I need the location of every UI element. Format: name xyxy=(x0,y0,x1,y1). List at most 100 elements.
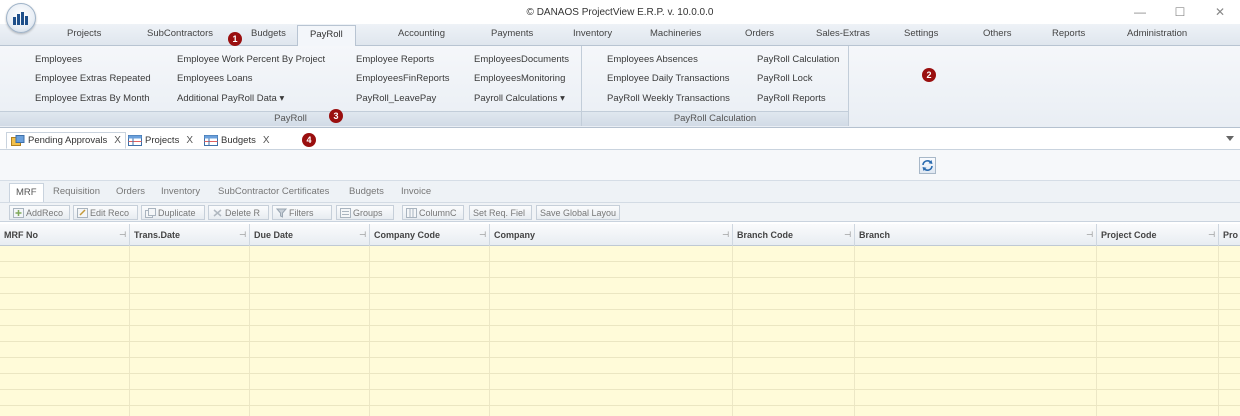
column-header-mrf-no[interactable]: MRF No ⊣ xyxy=(0,224,130,246)
table-row[interactable] xyxy=(0,342,1240,358)
pin-icon[interactable]: ⊣ xyxy=(1086,230,1093,239)
duplicate-button[interactable]: Duplicate xyxy=(141,205,205,220)
menu-tab-administration[interactable]: Administration xyxy=(1127,28,1187,39)
maximize-button[interactable]: ☐ xyxy=(1160,0,1200,24)
subtab-mrf[interactable]: MRF xyxy=(9,183,44,203)
window-controls: — ☐ ✕ xyxy=(1120,0,1240,24)
title-bar: © DANAOS ProjectView E.R.P. v. 10.0.0.0 … xyxy=(0,0,1240,24)
column-chooser-button[interactable]: ColumnC xyxy=(402,205,464,220)
menu-tab-accounting[interactable]: Accounting xyxy=(398,28,445,39)
table-row[interactable] xyxy=(0,358,1240,374)
refresh-icon xyxy=(922,160,933,171)
doc-tab-pending-approvals[interactable]: Pending Approvals X xyxy=(6,132,126,149)
menu-tab-inventory[interactable]: Inventory xyxy=(573,28,612,39)
column-header-company[interactable]: Company ⊣ xyxy=(490,224,733,246)
menu-tab-projects[interactable]: Projects xyxy=(67,28,101,39)
column-header-branch-code[interactable]: Branch Code ⊣ xyxy=(733,224,855,246)
groups-label: Groups xyxy=(353,207,383,218)
menu-tab-others[interactable]: Others xyxy=(983,28,1012,39)
groups-button[interactable]: Groups xyxy=(336,205,394,220)
ribbon-additional-payroll-data[interactable]: Additional PayRoll Data ▾ xyxy=(177,93,284,104)
subtab-inventory[interactable]: Inventory xyxy=(161,186,200,197)
ribbon-payroll-leavepay[interactable]: PayRoll_LeavePay xyxy=(356,93,436,104)
close-tab-icon[interactable]: X xyxy=(263,135,270,146)
ribbon-employee-extras-by-month[interactable]: Employee Extras By Month xyxy=(35,93,150,104)
ribbon-employees-fin-reports[interactable]: EmployeesFinReports xyxy=(356,73,449,84)
ribbon-payroll-calculations[interactable]: Payroll Calculations ▾ xyxy=(474,93,565,104)
column-title: Trans.Date xyxy=(134,230,181,240)
subtab-requisition[interactable]: Requisition xyxy=(53,186,100,197)
column-header-project[interactable]: Pro xyxy=(1219,224,1240,246)
table-row[interactable] xyxy=(0,310,1240,326)
refresh-button[interactable] xyxy=(919,157,936,174)
menu-tab-orders[interactable]: Orders xyxy=(745,28,774,39)
save-global-layout-button[interactable]: Save Global Layou xyxy=(536,205,620,220)
close-button[interactable]: ✕ xyxy=(1200,0,1240,24)
ribbon-employees-loans[interactable]: Employees Loans xyxy=(177,73,253,84)
ribbon-employees-monitoring[interactable]: EmployeesMonitoring xyxy=(474,73,565,84)
ribbon-employee-reports[interactable]: Employee Reports xyxy=(356,54,434,65)
menu-tab-payroll[interactable]: PayRoll xyxy=(297,25,356,47)
pin-icon[interactable]: ⊣ xyxy=(239,230,246,239)
menu-tab-budgets[interactable]: Budgets xyxy=(251,28,286,39)
minimize-button[interactable]: — xyxy=(1120,0,1160,24)
pin-icon[interactable]: ⊣ xyxy=(359,230,366,239)
delete-record-label: Delete R xyxy=(225,207,261,218)
ribbon-payroll-reports[interactable]: PayRoll Reports xyxy=(757,93,826,104)
window-title: © DANAOS ProjectView E.R.P. v. 10.0.0.0 xyxy=(526,6,714,18)
grid-toolbar: AddReco Edit Reco Duplicate Delete R Fil… xyxy=(0,202,1240,222)
table-row[interactable] xyxy=(0,262,1240,278)
app-logo-icon[interactable] xyxy=(6,3,36,33)
doc-tab-budgets[interactable]: Budgets X xyxy=(200,132,274,149)
pin-icon[interactable]: ⊣ xyxy=(844,230,851,239)
ribbon-employee-extras-repeated[interactable]: Employee Extras Repeated xyxy=(35,73,151,84)
column-header-trans-date[interactable]: Trans.Date ⊣ xyxy=(130,224,250,246)
pin-icon[interactable]: ⊣ xyxy=(722,230,729,239)
menu-tab-reports[interactable]: Reports xyxy=(1052,28,1085,39)
pin-icon[interactable]: ⊣ xyxy=(1208,230,1215,239)
table-row[interactable] xyxy=(0,294,1240,310)
table-row[interactable] xyxy=(0,326,1240,342)
doc-tab-projects[interactable]: Projects X xyxy=(124,132,197,149)
close-tab-icon[interactable]: X xyxy=(186,135,193,146)
pin-icon[interactable]: ⊣ xyxy=(479,230,486,239)
close-tab-icon[interactable]: X xyxy=(114,135,121,146)
edit-record-button[interactable]: Edit Reco xyxy=(73,205,138,220)
pin-icon[interactable]: ⊣ xyxy=(119,230,126,239)
ribbon-payroll-calculation[interactable]: PayRoll Calculation xyxy=(757,54,839,65)
subtab-subcontractor-certificates[interactable]: SubContractor Certificates xyxy=(218,186,329,197)
ribbon-employees[interactable]: Employees xyxy=(35,54,82,65)
ribbon-employee-daily-transactions[interactable]: Employee Daily Transactions xyxy=(607,73,730,84)
ribbon-employees-documents[interactable]: EmployeesDocuments xyxy=(474,54,569,65)
ribbon-payroll-lock[interactable]: PayRoll Lock xyxy=(757,73,812,84)
menu-bar: Projects SubContractors Budgets PayRoll … xyxy=(0,24,1240,47)
column-header-company-code[interactable]: Company Code ⊣ xyxy=(370,224,490,246)
delete-record-button[interactable]: Delete R xyxy=(208,205,269,220)
subtab-budgets[interactable]: Budgets xyxy=(349,186,384,197)
column-header-due-date[interactable]: Due Date ⊣ xyxy=(250,224,370,246)
ribbon-employee-work-percent[interactable]: Employee Work Percent By Project xyxy=(177,54,325,65)
menu-tab-settings[interactable]: Settings xyxy=(904,28,938,39)
filters-button[interactable]: Filters xyxy=(272,205,332,220)
column-header-project-code[interactable]: Project Code ⊣ xyxy=(1097,224,1219,246)
column-title: Company Code xyxy=(374,230,441,240)
doc-tab-label: Pending Approvals xyxy=(28,135,108,146)
menu-tab-payments[interactable]: Payments xyxy=(491,28,533,39)
grid-icon xyxy=(128,135,142,146)
table-row[interactable] xyxy=(0,278,1240,294)
menu-tab-sales-extras[interactable]: Sales-Extras xyxy=(816,28,870,39)
table-row[interactable] xyxy=(0,374,1240,390)
ribbon-employees-absences[interactable]: Employees Absences xyxy=(607,54,698,65)
subtab-orders[interactable]: Orders xyxy=(116,186,145,197)
menu-tab-subcontractors[interactable]: SubContractors xyxy=(147,28,213,39)
table-row[interactable] xyxy=(0,246,1240,262)
menu-tab-machineries[interactable]: Machineries xyxy=(650,28,701,39)
column-header-branch[interactable]: Branch ⊣ xyxy=(855,224,1097,246)
subtab-invoice[interactable]: Invoice xyxy=(401,186,431,197)
add-record-button[interactable]: AddReco xyxy=(9,205,70,220)
table-row[interactable] xyxy=(0,390,1240,406)
set-required-fields-button[interactable]: Set Req. Fiel xyxy=(469,205,532,220)
tabs-dropdown-icon[interactable] xyxy=(1226,136,1234,141)
ribbon-payroll-weekly-transactions[interactable]: PayRoll Weekly Transactions xyxy=(607,93,730,104)
grid-body[interactable] xyxy=(0,246,1240,416)
